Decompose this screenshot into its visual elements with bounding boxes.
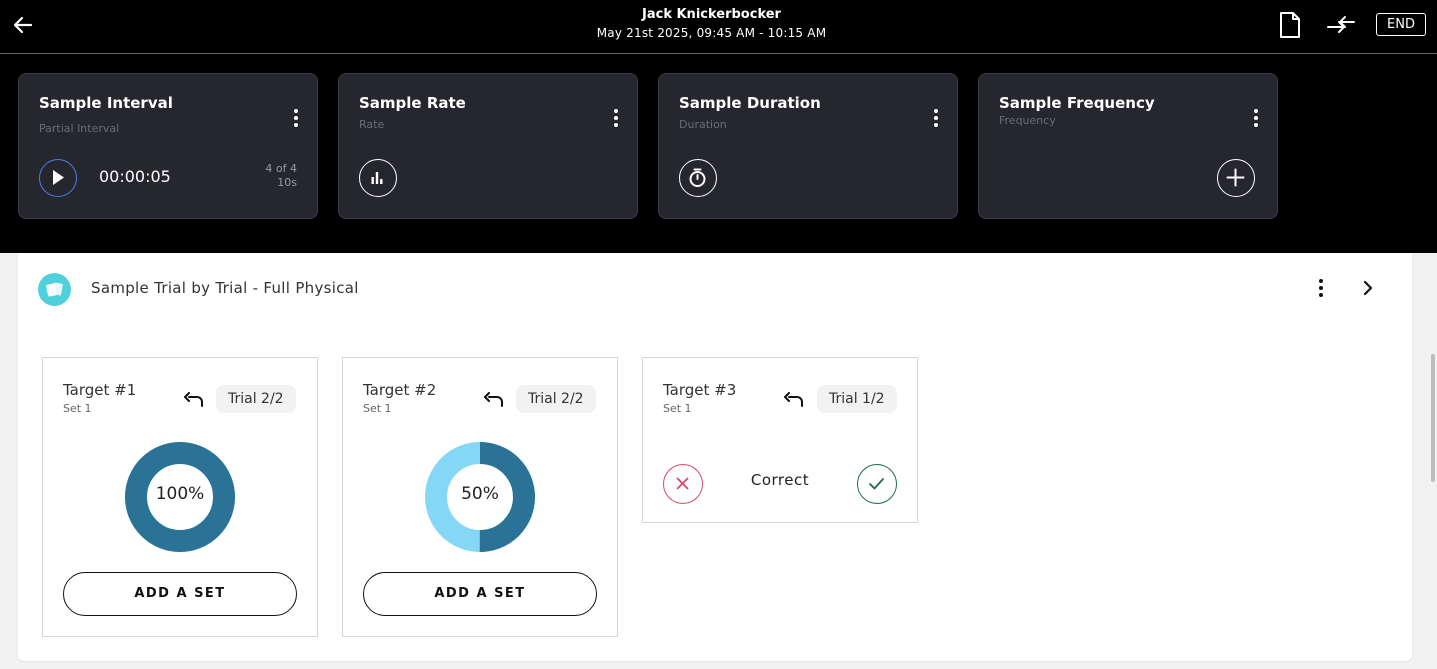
data-card-interval: Sample Interval Partial Interval 00:00:0… xyxy=(18,73,318,219)
card-subtitle: Partial Interval xyxy=(39,122,120,135)
card-menu-button[interactable] xyxy=(931,108,941,128)
target-name: Target #2 xyxy=(363,381,437,399)
card-subtitle: Rate xyxy=(359,118,385,131)
header-divider xyxy=(0,53,1437,54)
play-icon xyxy=(53,170,64,185)
card-title: Sample Frequency xyxy=(999,94,1155,112)
stopwatch-icon xyxy=(689,168,706,187)
card-title: Sample Interval xyxy=(39,94,173,112)
plus-icon xyxy=(1226,168,1245,187)
trial-badge: Trial 2/2 xyxy=(216,385,296,413)
kebab-icon xyxy=(1319,279,1323,297)
cards-icon xyxy=(46,282,63,297)
session-time: May 21st 2025, 09:45 AM - 10:15 AM xyxy=(596,26,827,40)
percent-label: 50% xyxy=(461,484,499,504)
data-card-frequency: Sample Frequency Frequency xyxy=(978,73,1278,219)
add-set-button[interactable]: ADD A SET xyxy=(63,572,297,616)
duration-button[interactable] xyxy=(679,159,717,197)
undo-icon xyxy=(184,392,203,407)
undo-button[interactable] xyxy=(783,392,805,410)
card-title: Sample Duration xyxy=(679,94,821,112)
check-icon xyxy=(869,478,884,490)
target-card-3: Target #3 Set 1 Trial 1/2 Correct xyxy=(642,357,918,523)
kebab-icon xyxy=(294,109,298,127)
document-icon xyxy=(1280,12,1300,38)
target-name: Target #1 xyxy=(63,381,137,399)
kebab-icon xyxy=(614,109,618,127)
kebab-icon xyxy=(1254,109,1258,127)
program-title: Sample Trial by Trial - Full Physical xyxy=(91,279,359,297)
data-card-rate: Sample Rate Rate xyxy=(338,73,638,219)
trial-badge: Trial 2/2 xyxy=(516,385,596,413)
target-set: Set 1 xyxy=(663,402,692,415)
target-card-1: Target #1 Set 1 Trial 2/2 100% ADD A SET xyxy=(42,357,318,637)
card-menu-button[interactable] xyxy=(291,108,301,128)
card-title: Sample Rate xyxy=(359,94,466,112)
swap-button[interactable] xyxy=(1326,13,1356,37)
target-name: Target #3 xyxy=(663,381,737,399)
program-menu-button[interactable] xyxy=(1316,278,1326,298)
chevron-right-icon xyxy=(1363,280,1373,296)
notes-button[interactable] xyxy=(1279,11,1301,39)
scrollbar[interactable] xyxy=(1431,354,1435,482)
undo-button[interactable] xyxy=(483,392,505,410)
undo-button[interactable] xyxy=(183,392,205,410)
target-set: Set 1 xyxy=(63,402,92,415)
interval-length: 10s xyxy=(277,176,297,189)
add-set-button[interactable]: ADD A SET xyxy=(363,572,597,616)
interval-count-line: 4 of 4 xyxy=(265,162,297,175)
percent-label: 100% xyxy=(155,484,205,504)
program-expand-button[interactable] xyxy=(1362,280,1374,296)
interval-timer: 00:00:05 xyxy=(99,167,171,186)
session-header: Jack Knickerbocker May 21st 2025, 09:45 … xyxy=(0,0,1437,253)
target-card-2: Target #2 Set 1 Trial 2/2 50% ADD A SET xyxy=(342,357,618,637)
add-frequency-button[interactable] xyxy=(1217,159,1255,197)
interval-count: 4 of 4 10s xyxy=(265,162,297,190)
play-button[interactable] xyxy=(39,159,77,197)
program-panel: Sample Trial by Trial - Full Physical Ta… xyxy=(18,253,1412,661)
end-session-button[interactable]: END xyxy=(1376,13,1426,36)
trial-badge: Trial 1/2 xyxy=(817,385,897,413)
undo-icon xyxy=(484,392,503,407)
correct-button[interactable] xyxy=(857,464,897,504)
card-menu-button[interactable] xyxy=(1251,108,1261,128)
card-subtitle: Frequency xyxy=(999,114,1056,127)
data-card-duration: Sample Duration Duration xyxy=(658,73,958,219)
program-icon xyxy=(38,273,71,306)
undo-icon xyxy=(784,392,803,407)
card-menu-button[interactable] xyxy=(611,108,621,128)
kebab-icon xyxy=(934,109,938,127)
bar-chart-icon xyxy=(371,172,383,184)
rate-button[interactable] xyxy=(359,159,397,197)
client-name: Jack Knickerbocker xyxy=(642,7,781,22)
target-set: Set 1 xyxy=(363,402,392,415)
swap-arrows-icon xyxy=(1327,16,1355,33)
card-subtitle: Duration xyxy=(679,118,727,131)
